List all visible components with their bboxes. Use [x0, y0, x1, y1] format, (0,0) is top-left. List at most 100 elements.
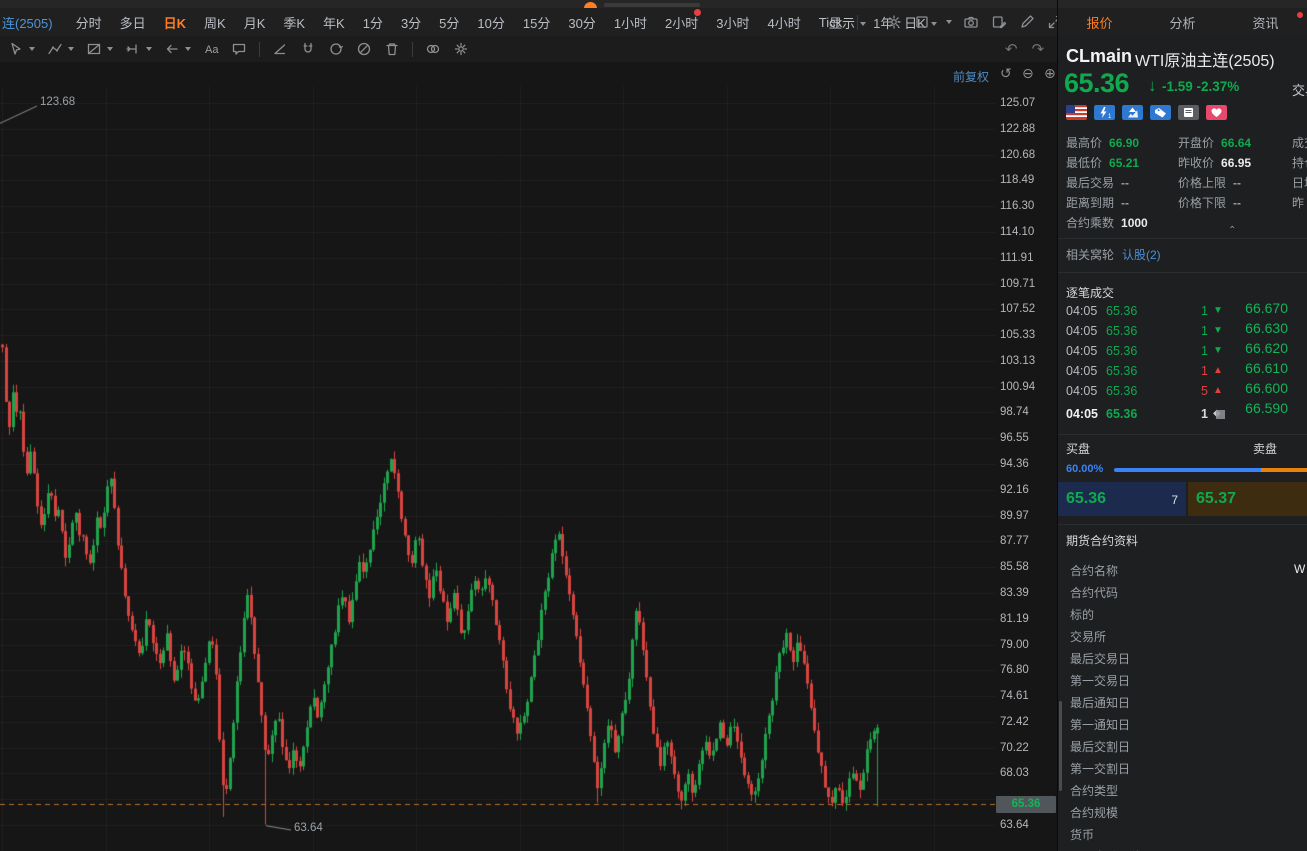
notification-dot — [694, 9, 701, 16]
background-window-edge — [0, 0, 1307, 8]
pencil-icon[interactable] — [1018, 13, 1036, 31]
timeframe-分时[interactable]: 分时 — [67, 13, 111, 32]
text-icon[interactable]: Aa — [197, 36, 225, 62]
divider — [1058, 272, 1307, 273]
chart-toolbar-right: 显示 — [820, 8, 1092, 36]
timeframe-15分[interactable]: 15分 — [514, 13, 559, 32]
angle-icon[interactable] — [266, 36, 294, 62]
field-昨收价: 昨收价66.95 — [1178, 154, 1251, 171]
field-最高价: 最高价66.90 — [1066, 134, 1139, 151]
quote-panel: CLmain WTI原油主连(2505) 65.36 ↓ -1.59 -2.37… — [1058, 36, 1307, 851]
timeframe-3小时[interactable]: 3小时 — [707, 13, 758, 32]
display-menu[interactable]: 显示 — [820, 13, 875, 32]
settings-gear-icon[interactable] — [885, 13, 903, 31]
timeframe-10分[interactable]: 10分 — [468, 13, 513, 32]
timeframe-2小时[interactable]: 2小时 — [656, 13, 707, 32]
chevron-down-icon — [68, 47, 74, 51]
compare-icon[interactable] — [419, 36, 447, 62]
trade-button-partial[interactable]: 交易 — [1292, 80, 1307, 99]
y-axis-label: 109.71 — [1000, 278, 1035, 290]
draw-settings-icon[interactable] — [447, 36, 475, 62]
hide-drawing-icon[interactable] — [350, 36, 378, 62]
timeframe-多日[interactable]: 多日 — [111, 13, 155, 32]
overlay-price: 66.610 — [1213, 360, 1288, 376]
y-axis-label: 103.13 — [1000, 355, 1035, 367]
overlay-price: 66.670 — [1213, 300, 1288, 316]
timeframe-5分[interactable]: 5分 — [430, 13, 468, 32]
timeframe-30分[interactable]: 30分 — [559, 13, 604, 32]
y-axis-label: 68.03 — [1000, 767, 1029, 779]
divider — [1058, 524, 1307, 525]
symbol-tab[interactable]: 连(2505) — [0, 13, 67, 32]
last-price: 65.36 — [1064, 68, 1129, 99]
ask-cell[interactable]: 65.37 — [1188, 482, 1307, 516]
zoom-out-icon[interactable]: ⊖ — [1022, 65, 1034, 82]
y-axis-label: 89.97 — [1000, 510, 1029, 522]
field-partial-日增: 日增 — [1292, 174, 1307, 191]
symbol-badges: 1 — [1066, 105, 1227, 120]
bid-label: 买盘 — [1066, 440, 1090, 457]
timeframe-日K[interactable]: 日K — [155, 13, 195, 32]
timeframe-周K[interactable]: 周K — [195, 13, 235, 32]
cursor-icon[interactable] — [2, 36, 41, 62]
tab-资讯[interactable]: 资讯 — [1250, 9, 1280, 36]
contract-row-货币: 货币 — [1070, 826, 1094, 843]
chevron-down-icon — [860, 22, 866, 26]
reset-zoom-icon[interactable]: ↺ — [1000, 65, 1012, 82]
layout-square-icon[interactable] — [913, 13, 931, 31]
camera-icon[interactable] — [962, 13, 980, 31]
pattern-icon[interactable] — [80, 36, 119, 62]
timeframe-4小时[interactable]: 4小时 — [759, 13, 810, 32]
pyramid-icon[interactable] — [1122, 105, 1143, 120]
svg-text:Aa: Aa — [205, 44, 219, 56]
contract-row-第一通知日: 第一通知日 — [1070, 716, 1130, 733]
y-axis-label: 85.58 — [1000, 561, 1029, 573]
contract-name-value-partial: W — [1294, 562, 1305, 576]
overlay-price: 66.600 — [1213, 380, 1288, 396]
timeframe-3分[interactable]: 3分 — [392, 13, 430, 32]
zoom-in-icon[interactable]: ⊕ — [1044, 65, 1056, 82]
magnet-icon[interactable] — [294, 36, 322, 62]
arrow-left-icon[interactable] — [158, 36, 197, 62]
contract-info-title: 期货合约资料 — [1066, 532, 1138, 549]
tag-icon[interactable] — [1150, 105, 1171, 120]
y-axis-label: 125.07 — [1000, 97, 1035, 109]
tab-报价[interactable]: 报价 — [1084, 9, 1114, 36]
app-window: 连(2505) 分时多日日K周K月K季K年K1分3分5分10分15分30分1小时… — [0, 0, 1307, 851]
timeframe-1小时[interactable]: 1小时 — [605, 13, 656, 32]
comment-icon[interactable] — [225, 36, 253, 62]
y-axis-label: 100.94 — [1000, 381, 1035, 393]
ask-label: 卖盘 — [1253, 440, 1277, 457]
bid-cell[interactable]: 65.36 7 — [1058, 482, 1186, 516]
candlestick-chart-area[interactable]: 前复权 ↺ ⊖ ⊕ 125.07122.88120.68118.49116.30… — [0, 62, 1057, 851]
panel-scrollbar[interactable] — [1059, 701, 1062, 791]
low-price-marker: 63.64 — [294, 822, 323, 834]
panel-tabs: 报价 分析 资讯 — [1058, 8, 1307, 37]
contract-row-第一交易日: 第一交易日 — [1070, 672, 1130, 689]
lightning-level1-icon[interactable]: 1 — [1094, 105, 1115, 120]
tab-分析[interactable]: 分析 — [1167, 9, 1197, 36]
overlay-price: 66.620 — [1213, 340, 1288, 356]
us-flag-icon[interactable] — [1066, 105, 1087, 120]
field-partial-昨: 昨 — [1292, 194, 1304, 211]
trendline-icon[interactable] — [41, 36, 80, 62]
timeframe-月K[interactable]: 月K — [235, 13, 275, 32]
divider — [259, 42, 260, 57]
warrants-link[interactable]: 认股(2) — [1122, 248, 1161, 262]
timeframe-1分[interactable]: 1分 — [354, 13, 392, 32]
note-edit-icon[interactable] — [990, 13, 1008, 31]
collapse-chevron-icon[interactable]: ⌃ — [1228, 225, 1236, 236]
contract-row-最后通知日: 最后通知日 — [1070, 694, 1130, 711]
document-icon[interactable] — [1178, 105, 1199, 120]
overlay-square — [1216, 410, 1225, 419]
trash-icon[interactable] — [378, 36, 406, 62]
timeframe-年K[interactable]: 年K — [314, 13, 354, 32]
auto-redraw-icon[interactable] — [322, 36, 350, 62]
extend-line-icon[interactable] — [119, 36, 158, 62]
forward-adjust-toggle[interactable]: 前复权 — [953, 68, 989, 85]
redo-icon[interactable]: ↷ — [1032, 40, 1045, 58]
timeframe-季K[interactable]: 季K — [274, 13, 314, 32]
undo-icon[interactable]: ↶ — [1005, 40, 1018, 58]
candlestick-canvas[interactable] — [0, 62, 995, 851]
heart-favorite-icon[interactable] — [1206, 105, 1227, 120]
